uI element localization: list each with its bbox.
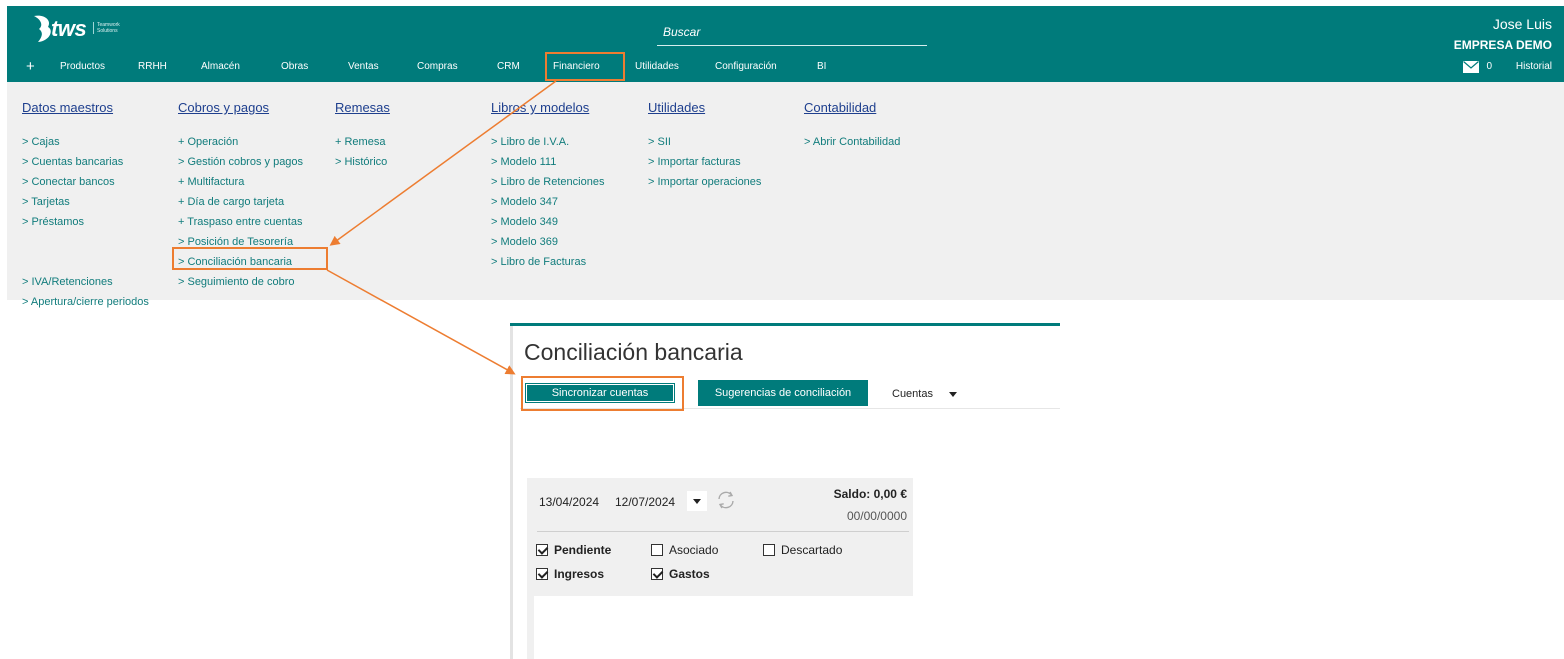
menu-item-modelo-347[interactable]: > Modelo 347 [491, 192, 604, 212]
menu-item-libro-retenciones[interactable]: > Libro de Retenciones [491, 172, 604, 192]
conciliacion-highlight-box [172, 247, 328, 270]
chevron-down-icon[interactable] [949, 392, 957, 397]
menu-item-operacion[interactable]: + Operación [178, 132, 303, 152]
date-range-dropdown[interactable] [687, 491, 707, 511]
menu-col-remesas: Remesas + Remesa > Histórico [335, 100, 390, 172]
logo-text: tws [51, 16, 87, 41]
panel-divider [537, 531, 909, 532]
nav-item-productos[interactable]: Productos [60, 56, 105, 78]
asociado-label: Asociado [669, 543, 719, 557]
menu-item-tarjetas[interactable]: > Tarjetas [22, 192, 149, 212]
gastos-checkbox[interactable] [651, 568, 663, 580]
menu-heading-libros-modelos[interactable]: Libros y modelos [491, 100, 604, 120]
descartado-label: Descartado [781, 543, 843, 557]
descartado-checkbox[interactable] [763, 544, 775, 556]
nav-item-configuracion[interactable]: Configuración [715, 56, 777, 78]
company-name[interactable]: EMPRESA DEMO [1454, 38, 1552, 52]
menu-item-historico[interactable]: > Histórico [335, 152, 390, 172]
nav-item-rrhh[interactable]: RRHH [138, 56, 167, 78]
menu-item-multifactura[interactable]: + Multifactura [178, 172, 303, 192]
search-box [657, 20, 927, 46]
nav-item-ventas[interactable]: Ventas [348, 56, 379, 78]
menu-item-dia-cargo-tarjeta[interactable]: + Día de cargo tarjeta [178, 192, 303, 212]
nav-plus-button[interactable]: + [26, 56, 35, 78]
menu-item-apertura-cierre[interactable]: > Apertura/cierre periodos [22, 292, 149, 312]
menu-col-contabilidad: Contabilidad > Abrir Contabilidad [804, 100, 900, 152]
sync-highlight-box [521, 376, 684, 411]
ingresos-label: Ingresos [554, 567, 605, 581]
menu-item-cajas[interactable]: > Cajas [22, 132, 149, 152]
menu-item-seguimiento-cobro[interactable]: > Seguimiento de cobro [178, 272, 303, 292]
menu-item-importar-facturas[interactable]: > Importar facturas [648, 152, 761, 172]
gastos-label: Gastos [669, 567, 710, 581]
detail-left-border [510, 326, 513, 659]
menu-item-sii[interactable]: > SII [648, 132, 761, 152]
pendiente-checkbox[interactable] [536, 544, 548, 556]
menu-item-modelo-369[interactable]: > Modelo 369 [491, 232, 604, 252]
menu-item-iva-retenciones[interactable]: > IVA/Retenciones [22, 272, 149, 292]
app-window: tws Teamwork Solutions Jose Luis EMPRESA… [7, 6, 1564, 308]
menu-item-conectar-bancos[interactable]: > Conectar bancos [22, 172, 149, 192]
nav-item-almacen[interactable]: Almacén [201, 56, 240, 78]
nav-item-obras[interactable]: Obras [281, 56, 308, 78]
pendiente-label: Pendiente [554, 543, 612, 557]
movements-list[interactable] [534, 596, 913, 659]
nav-item-compras[interactable]: Compras [417, 56, 458, 78]
tws-logo[interactable]: tws Teamwork Solutions [32, 14, 132, 44]
menu-item-traspaso-cuentas[interactable]: + Traspaso entre cuentas [178, 212, 303, 232]
menu-item-gestion-cobros-pagos[interactable]: > Gestión cobros y pagos [178, 152, 303, 172]
nav-item-bi[interactable]: BI [817, 56, 826, 78]
saldo-label: Saldo: 0,00 € [833, 487, 907, 501]
menu-item-prestamos[interactable]: > Préstamos [22, 212, 149, 232]
mail-count-badge: 0 [1486, 61, 1492, 72]
mail-icon[interactable] [1463, 61, 1479, 73]
top-bar: tws Teamwork Solutions Jose Luis EMPRESA… [7, 6, 1564, 82]
menu-item-cuentas-bancarias[interactable]: > Cuentas bancarias [22, 152, 149, 172]
menu-item-abrir-contabilidad[interactable]: > Abrir Contabilidad [804, 132, 900, 152]
menu-item-libro-iva[interactable]: > Libro de I.V.A. [491, 132, 604, 152]
nav-item-utilidades[interactable]: Utilidades [635, 56, 679, 78]
menu-col-datos-maestros: Datos maestros > Cajas > Cuentas bancari… [22, 100, 149, 312]
logo-tagline: Teamwork Solutions [93, 22, 132, 34]
menu-heading-remesas[interactable]: Remesas [335, 100, 390, 120]
menu-item-modelo-349[interactable]: > Modelo 349 [491, 212, 604, 232]
menu-heading-utilidades[interactable]: Utilidades [648, 100, 761, 120]
menu-col-utilidades: Utilidades > SII > Importar facturas > I… [648, 100, 761, 192]
user-name[interactable]: Jose Luis [1493, 16, 1552, 32]
cuentas-dropdown[interactable]: Cuentas [892, 387, 933, 401]
search-input[interactable] [657, 20, 927, 44]
refresh-icon[interactable] [715, 489, 737, 511]
menu-item-libro-facturas[interactable]: > Libro de Facturas [491, 252, 604, 272]
financiero-highlight-box [545, 52, 625, 81]
conciliation-suggestions-button[interactable]: Sugerencias de conciliación [698, 380, 868, 406]
filter-panel: 13/04/2024 12/07/2024 Saldo: 0,00 € 00/0… [527, 478, 913, 659]
saldo-date: 00/00/0000 [846, 509, 907, 523]
date-from-field[interactable]: 13/04/2024 [539, 495, 599, 509]
menu-col-libros-modelos: Libros y modelos > Libro de I.V.A. > Mod… [491, 100, 604, 272]
menu-item-modelo-111[interactable]: > Modelo 111 [491, 152, 604, 172]
menu-heading-contabilidad[interactable]: Contabilidad [804, 100, 900, 120]
nav-item-crm[interactable]: CRM [497, 56, 520, 78]
conciliacion-screen: Conciliación bancaria Sincronizar cuenta… [510, 323, 1060, 659]
menu-item-remesa[interactable]: + Remesa [335, 132, 390, 152]
menu-item-importar-operaciones[interactable]: > Importar operaciones [648, 172, 761, 192]
page-title: Conciliación bancaria [524, 339, 743, 365]
historial-link[interactable]: Historial [1516, 61, 1552, 73]
asociado-checkbox[interactable] [651, 544, 663, 556]
date-to-field[interactable]: 12/07/2024 [615, 495, 675, 509]
menu-heading-cobros-pagos[interactable]: Cobros y pagos [178, 100, 303, 120]
ingresos-checkbox[interactable] [536, 568, 548, 580]
menu-heading-datos-maestros[interactable]: Datos maestros [22, 100, 149, 120]
